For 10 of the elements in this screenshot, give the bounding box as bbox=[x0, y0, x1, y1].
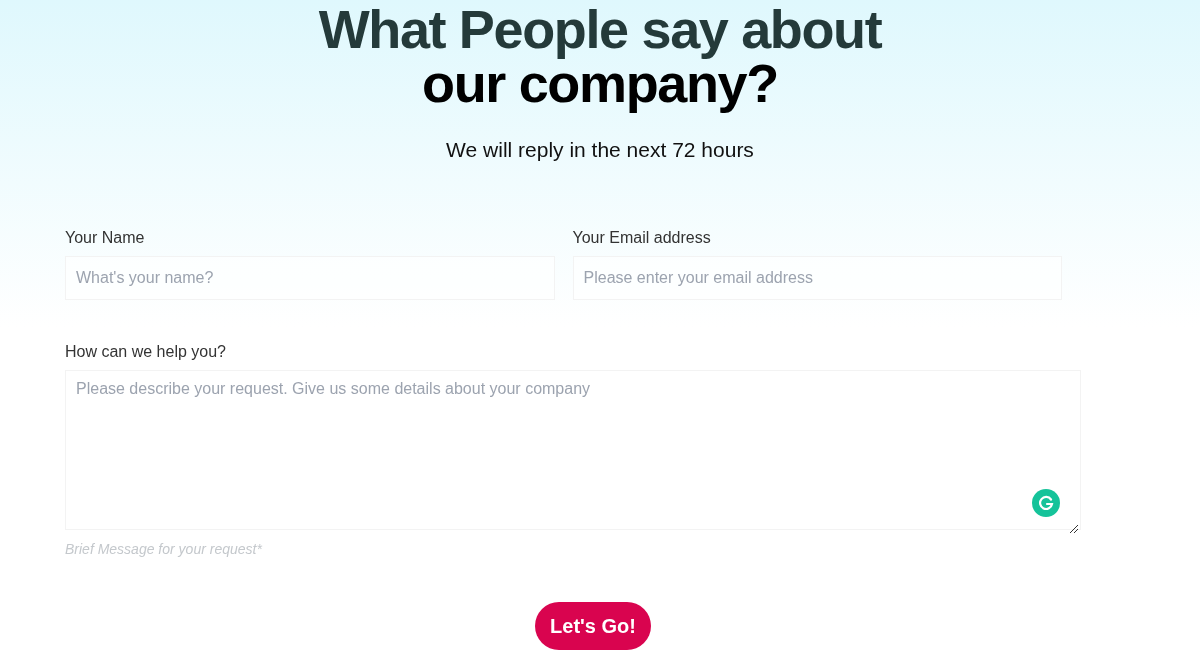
input-field[interactable]: What's your name? bbox=[65, 255, 555, 300]
field-label: How can we help you? bbox=[65, 341, 227, 362]
field-label: Your Email address bbox=[572, 227, 712, 248]
subtitle: We will reply in the next 72 hours bbox=[446, 137, 754, 163]
submit-button[interactable]: Let's Go! bbox=[535, 601, 651, 650]
input-field[interactable]: Please enter your email address bbox=[572, 255, 1062, 300]
hint-text: Brief Message for your request* bbox=[65, 539, 263, 559]
message-field[interactable]: Please describe your request. Give us some details about your company bbox=[65, 369, 1081, 530]
field-label: Your Name bbox=[65, 227, 146, 248]
resize-handle-icon[interactable] bbox=[1069, 523, 1079, 534]
